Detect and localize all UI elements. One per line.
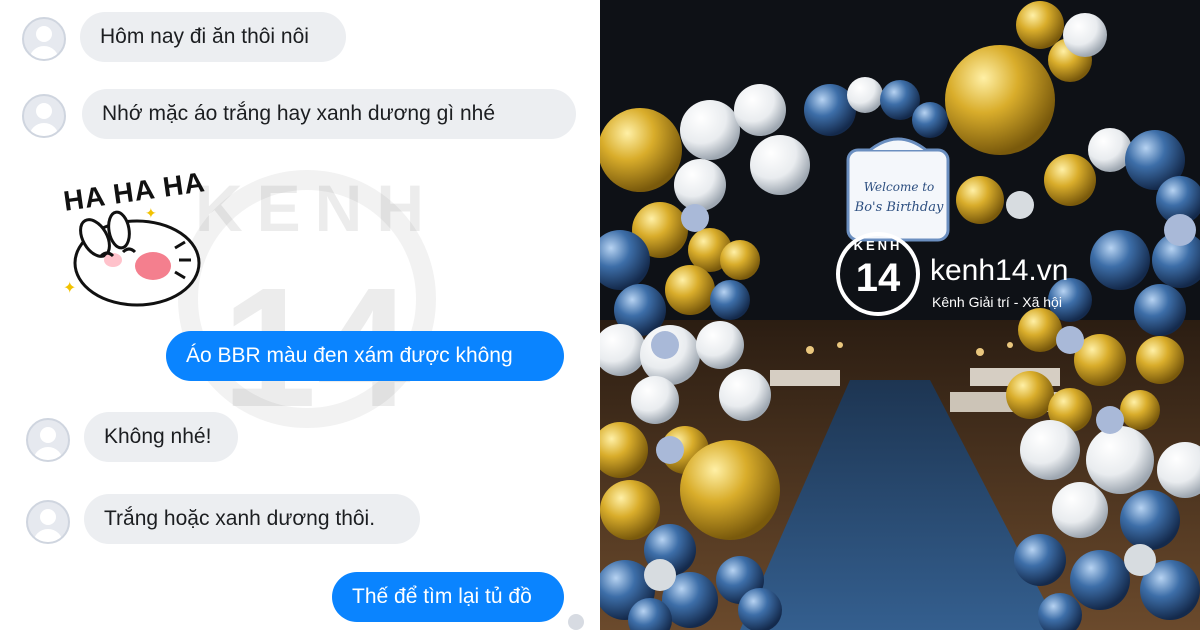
avatar[interactable]: [22, 17, 66, 61]
bunny-icon: ✦ ✦: [63, 205, 201, 307]
avatar[interactable]: [22, 94, 66, 138]
avatar[interactable]: [26, 500, 70, 544]
kenh14-badge-number: 14: [855, 256, 901, 300]
read-receipt-avatar: [568, 614, 584, 630]
balloons: [600, 1, 1200, 630]
message-bubble: Thế để tìm lại tủ đồ: [332, 572, 564, 622]
svg-text:✦: ✦: [145, 205, 157, 221]
avatar[interactable]: [26, 418, 70, 462]
kenh14-site: kenh14.vn: [930, 254, 1069, 287]
welcome-sign-line2: Bo's Birthday: [854, 200, 944, 215]
message-bubble: Không nhé!: [84, 412, 238, 462]
party-photo: Welcome to Bo's Birthday KENH 14 kenh14.…: [600, 0, 1200, 630]
kenh14-tagline: Kênh Giải trí - Xã hội: [932, 294, 1062, 310]
message-bubble: Nhớ mặc áo trắng hay xanh dương gì nhé: [82, 89, 576, 139]
laughing-bunny-sticker[interactable]: HA HA HA ✦ ✦: [55, 166, 215, 318]
kenh14-badge: KENH 14: [836, 232, 920, 316]
message-bubble: Hôm nay đi ăn thôi nôi: [80, 12, 346, 62]
welcome-sign-line1: Welcome to: [863, 180, 935, 194]
kenh14-badge-top: KENH: [853, 238, 903, 253]
message-bubble: Trắng hoặc xanh dương thôi.: [84, 494, 420, 544]
chat-panel: KENH 14 Hôm nay đi ăn thôi nôi Nhớ mặc á…: [0, 0, 600, 630]
kenh14-watermark-ring: [178, 170, 436, 428]
message-bubble: Áo BBR màu đen xám được không: [166, 331, 564, 381]
svg-text:✦: ✦: [63, 280, 76, 297]
